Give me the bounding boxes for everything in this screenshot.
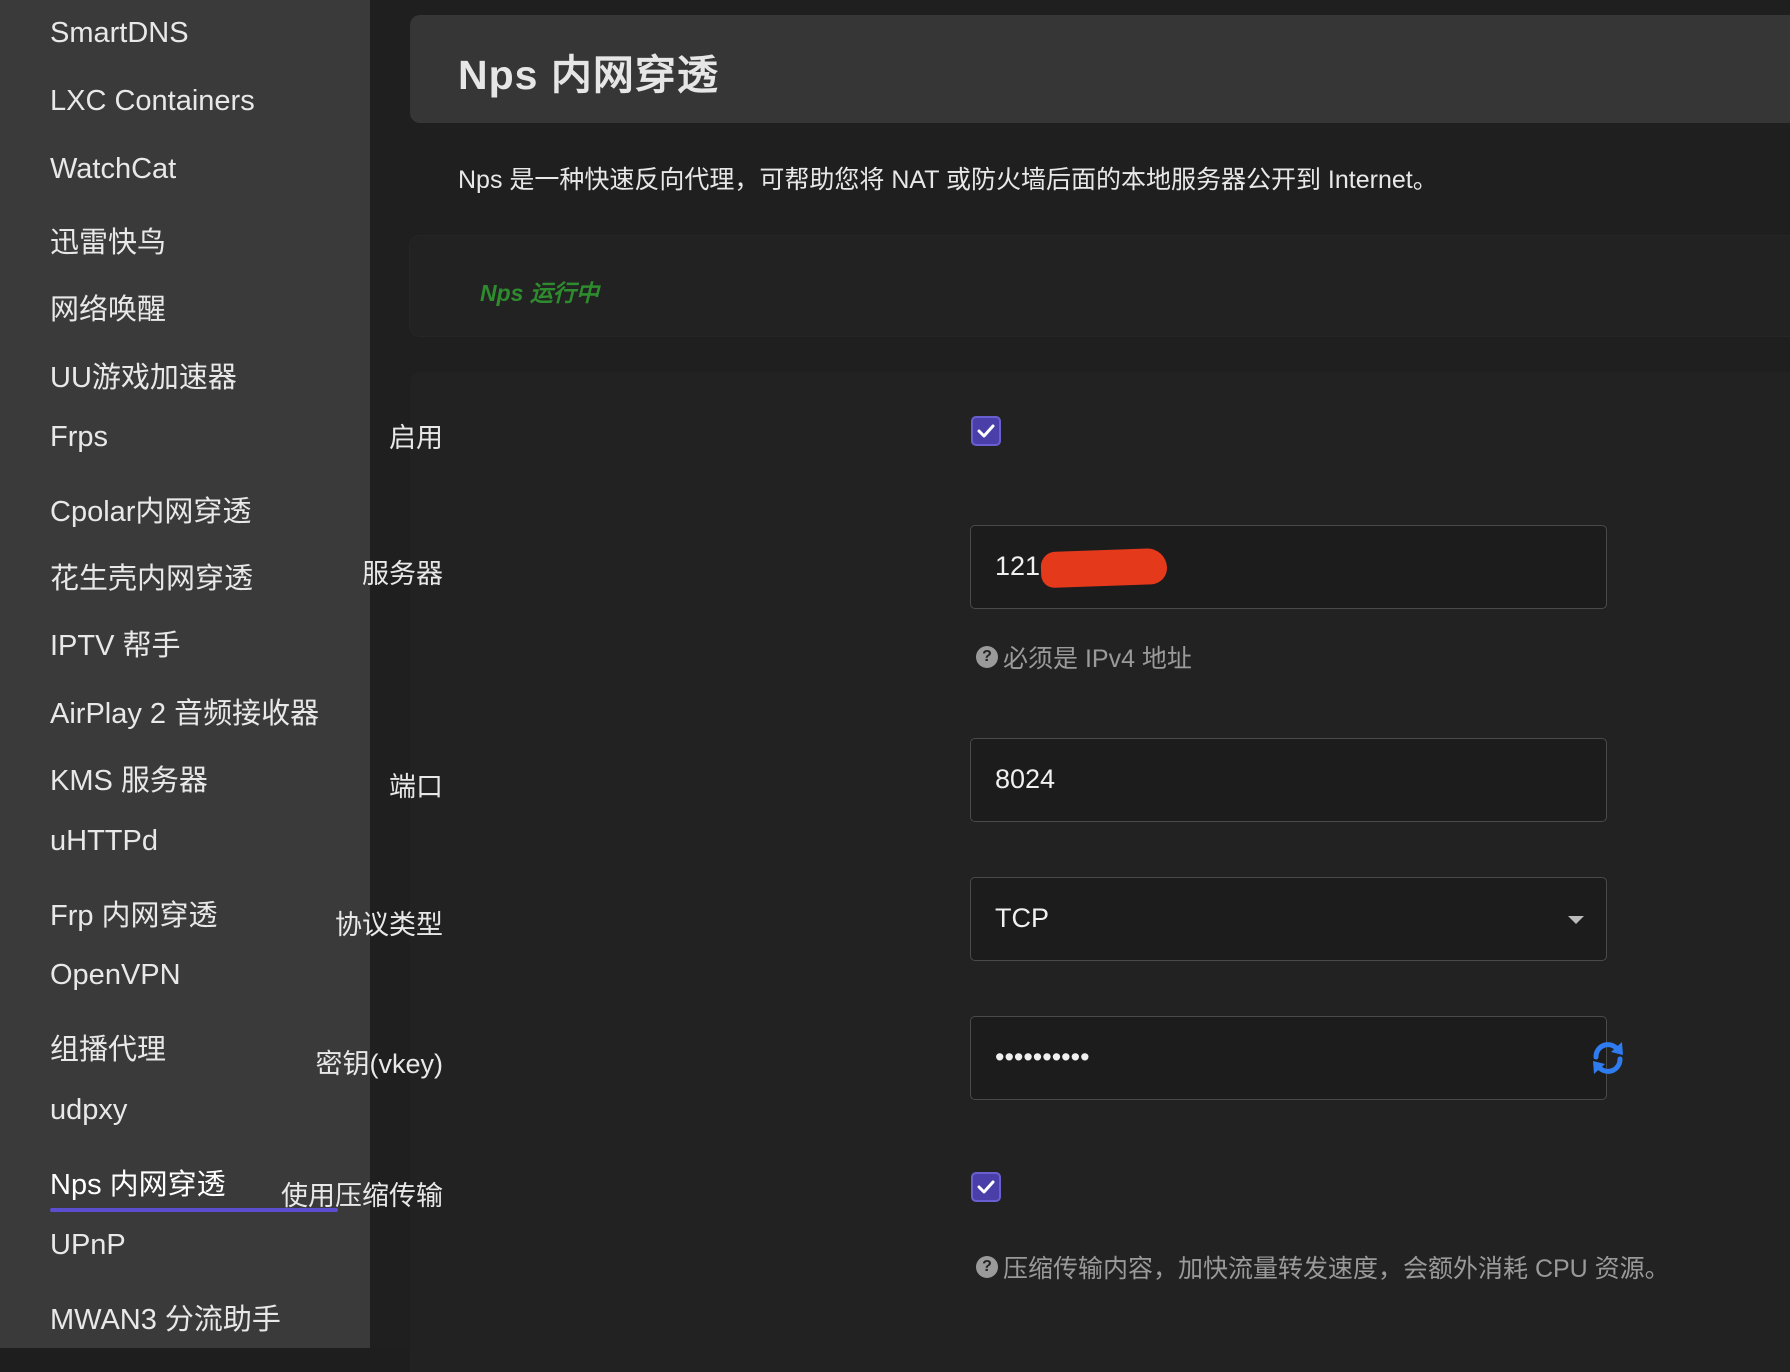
sidebar-item-airplay2[interactable]: AirPlay 2 音频接收器 bbox=[50, 690, 319, 732]
enable-checkbox[interactable] bbox=[971, 416, 1001, 446]
vkey-value: •••••••••• bbox=[995, 1042, 1090, 1072]
port-label: 端口 bbox=[389, 772, 443, 802]
sidebar-item-frps[interactable]: Frps bbox=[50, 421, 108, 454]
sidebar-item-smartdns[interactable]: SmartDNS bbox=[50, 17, 189, 50]
help-circle-icon: ? bbox=[976, 1256, 998, 1278]
sidebar-item-kms[interactable]: KMS 服务器 bbox=[50, 757, 208, 799]
sidebar-item-watchcat[interactable]: WatchCat bbox=[50, 153, 176, 186]
compress-hint: ? 压缩传输内容，加快流量转发速度，会额外消耗 CPU 资源。 bbox=[976, 1249, 1670, 1285]
sidebar-item-lxc-containers[interactable]: LXC Containers bbox=[50, 85, 255, 118]
sidebar-item-udpxy[interactable]: udpxy bbox=[50, 1094, 127, 1127]
sidebar-item-uu-booster[interactable]: UU游戏加速器 bbox=[50, 354, 237, 396]
sidebar-item-wol[interactable]: 网络唤醒 bbox=[50, 286, 166, 328]
port-input[interactable]: 8024 bbox=[970, 738, 1607, 822]
server-label: 服务器 bbox=[362, 559, 443, 589]
sidebar-item-oray[interactable]: 花生壳内网穿透 bbox=[50, 555, 253, 597]
server-hint-text: 必须是 IPv4 地址 bbox=[1003, 645, 1192, 673]
refresh-icon[interactable] bbox=[1588, 1038, 1628, 1078]
protocol-label: 协议类型 bbox=[335, 910, 443, 940]
sidebar-item-iptv[interactable]: IPTV 帮手 bbox=[50, 622, 181, 664]
sidebar-item-cpolar[interactable]: Cpolar内网穿透 bbox=[50, 488, 251, 530]
sidebar-item-upnp[interactable]: UPnP bbox=[50, 1229, 126, 1262]
sidebar-item-openvpn[interactable]: OpenVPN bbox=[50, 959, 181, 992]
protocol-value: TCP bbox=[995, 903, 1049, 933]
compress-label: 使用压缩传输 bbox=[281, 1181, 443, 1211]
check-icon bbox=[977, 1180, 995, 1194]
settings-form: 启用 服务器 121. ? 必须是 IPv4 地址 端口 8024 协议类型 T… bbox=[281, 372, 1790, 1372]
vkey-label: 密钥(vkey) bbox=[315, 1049, 444, 1079]
page-description: Nps 是一种快速反向代理，可帮助您将 NAT 或防火墙后面的本地服务器公开到 … bbox=[458, 166, 1438, 194]
server-input[interactable]: 121. bbox=[970, 525, 1607, 609]
port-value: 8024 bbox=[995, 764, 1056, 794]
protocol-select[interactable]: TCP bbox=[970, 877, 1607, 961]
server-hint: ? 必须是 IPv4 地址 bbox=[976, 639, 1192, 675]
main-content: Nps 内网穿透 Nps 是一种快速反向代理，可帮助您将 NAT 或防火墙后面的… bbox=[281, 0, 1790, 1372]
chevron-down-icon bbox=[1568, 916, 1584, 924]
server-value: 121. bbox=[995, 551, 1048, 581]
enable-label: 启用 bbox=[389, 423, 443, 453]
sidebar-item-omcproxy[interactable]: 组播代理 bbox=[50, 1026, 166, 1068]
compress-hint-text: 压缩传输内容，加快流量转发速度，会额外消耗 CPU 资源。 bbox=[1003, 1255, 1670, 1283]
vkey-input[interactable]: •••••••••• bbox=[970, 1016, 1607, 1100]
sidebar-item-xunlei[interactable]: 迅雷快鸟 bbox=[50, 219, 166, 261]
sidebar-item-nps[interactable]: Nps 内网穿透 bbox=[50, 1161, 226, 1203]
sidebar-item-uhttpd[interactable]: uHTTPd bbox=[50, 825, 158, 858]
compress-checkbox[interactable] bbox=[971, 1172, 1001, 1202]
redaction-mark bbox=[1040, 547, 1168, 589]
check-icon bbox=[977, 424, 995, 438]
help-circle-icon: ? bbox=[976, 646, 998, 668]
sidebar-item-mwan3-helper[interactable]: MWAN3 分流助手 bbox=[50, 1296, 281, 1338]
sidebar-nav: SmartDNS LXC Containers WatchCat 迅雷快鸟 网络… bbox=[0, 0, 370, 1348]
sidebar-item-frp[interactable]: Frp 内网穿透 bbox=[50, 892, 218, 934]
status-card: Nps 运行中 bbox=[410, 236, 1790, 336]
status-text: Nps 运行中 bbox=[480, 280, 599, 306]
page-title: Nps 内网穿透 bbox=[458, 52, 719, 98]
